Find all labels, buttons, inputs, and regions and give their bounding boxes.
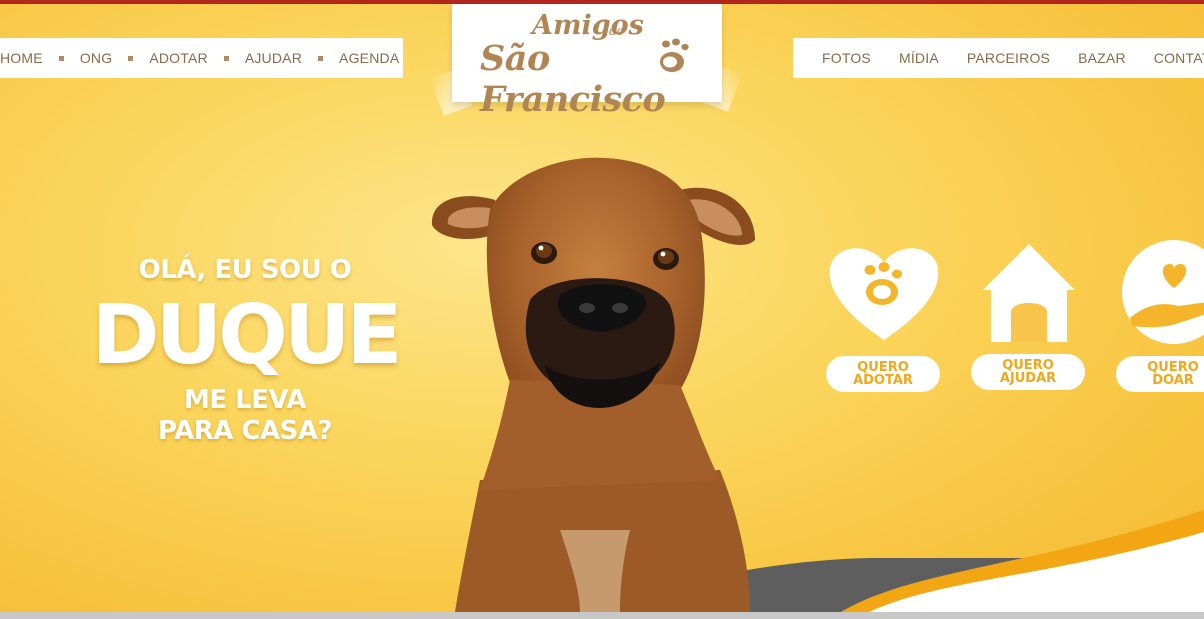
logo-text-de: de	[609, 24, 624, 38]
dog-photo	[431, 157, 755, 612]
hero-dog-name: DUQUE	[91, 288, 403, 383]
quero-adotar-button[interactable]: QUERO ADOTAR	[826, 240, 942, 395]
hero-tagline-line-2: PARA CASA?	[157, 416, 333, 446]
quero-ajudar-button[interactable]: QUERO AJUDAR	[971, 240, 1087, 395]
paw-icon	[660, 38, 689, 72]
nav-bazar[interactable]: BAZAR	[1078, 50, 1126, 66]
nav-separator	[58, 55, 64, 61]
quero-doar-label: QUERO DOAR	[1116, 356, 1204, 392]
hero-tagline: ME LEVA PARA CASA?	[90, 385, 400, 447]
nav-agenda[interactable]: AGENDA	[339, 50, 399, 66]
nav-separator	[318, 55, 324, 61]
nav-contato[interactable]: CONTATO	[1154, 50, 1204, 66]
nav-fotos[interactable]: FOTOS	[822, 50, 871, 66]
hand-heart-icon	[1122, 240, 1204, 344]
hero-greeting: OLÁ, EU SOU O	[138, 255, 352, 285]
nav-home[interactable]: HOME	[0, 50, 43, 66]
quero-ajudar-label: QUERO AJUDAR	[971, 354, 1085, 390]
nav-parceiros[interactable]: PARCEIROS	[967, 50, 1050, 66]
nav-ong[interactable]: ONG	[80, 50, 113, 66]
doghouse-icon	[983, 244, 1075, 342]
bottom-bar	[0, 612, 1204, 619]
logo-text-amigos: Amigos	[532, 10, 644, 41]
site-logo[interactable]: Amigos de São Francisco	[452, 4, 722, 120]
nav-left: HOME ONG ADOTAR AJUDAR AGENDA	[0, 38, 403, 78]
nav-separator	[128, 55, 134, 61]
nav-right: FOTOS MÍDIA PARCEIROS BAZAR CONTATO	[793, 38, 1204, 78]
hero-tagline-line-1: ME LEVA	[184, 385, 307, 415]
quero-adotar-label: QUERO ADOTAR	[826, 356, 940, 392]
nav-separator	[223, 55, 229, 61]
nav-midia[interactable]: MÍDIA	[899, 50, 939, 66]
heart-paw-icon	[829, 248, 939, 340]
nav-adotar[interactable]: ADOTAR	[149, 50, 208, 66]
quero-doar-button[interactable]: QUERO DOAR	[1116, 240, 1204, 395]
nav-ajudar[interactable]: AJUDAR	[245, 50, 302, 66]
